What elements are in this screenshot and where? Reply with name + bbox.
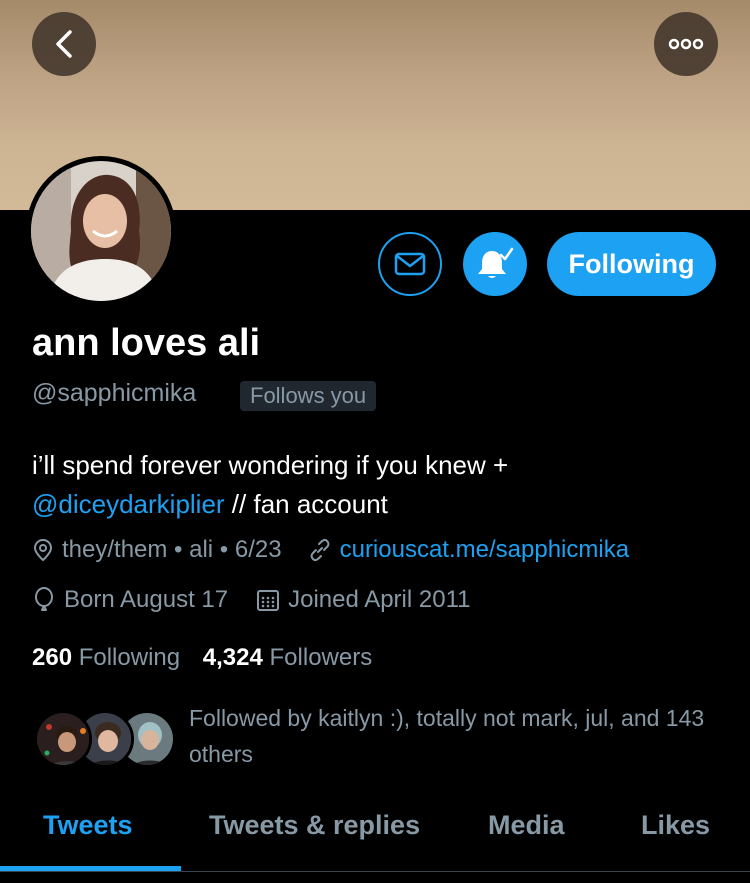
bio-line-1: i’ll spend forever wondering if you knew… (32, 450, 509, 480)
profile-meta-row-1: they/them • ali • 6/23 curiouscat.me/sap… (32, 536, 629, 564)
more-options-button[interactable] (654, 12, 718, 76)
birthday-balloon-icon (35, 587, 53, 611)
following-count: 260 (32, 644, 73, 671)
profile-avatar[interactable] (26, 156, 176, 306)
message-button[interactable] (378, 232, 442, 296)
location-pin-icon (33, 538, 53, 562)
tab-tweets[interactable]: Tweets (43, 810, 133, 841)
tab-tweets-and-replies[interactable]: Tweets & replies (209, 810, 420, 841)
back-button[interactable] (32, 12, 96, 76)
following-label: Following (78, 644, 181, 671)
bio-line-2: // fan account (224, 489, 388, 519)
tabs-divider (0, 871, 750, 872)
more-options-icon (668, 38, 704, 50)
avatar-photo (31, 161, 171, 301)
location-text: they/them • ali • 6/23 (62, 536, 282, 563)
profile-bio: i’ll spend forever wondering if you knew… (32, 446, 508, 524)
bio-mention-link[interactable]: @diceydarkiplier (32, 489, 225, 519)
display-name: ann loves ali (32, 322, 261, 364)
bell-notification-icon (478, 247, 514, 278)
follow-stats: 260 Following 4,324 Followers (32, 644, 372, 672)
notifications-button[interactable] (463, 232, 527, 296)
following-button[interactable]: Following (547, 232, 716, 296)
tab-likes[interactable]: Likes (641, 810, 710, 841)
followed-by-text[interactable]: Followed by kaitlyn :), totally not mark… (189, 700, 729, 772)
website-link[interactable]: curiouscat.me/sapphicmika (340, 536, 629, 564)
tab-media[interactable]: Media (488, 810, 565, 841)
user-handle: @sapphicmika (32, 379, 197, 407)
followers-label: Followers (269, 644, 373, 671)
website-item[interactable]: curiouscat.me/sapphicmika (308, 536, 629, 564)
profile-meta-row-2: Born August 17 Joined April 2011 (32, 586, 470, 614)
follower-avatar-1[interactable] (34, 710, 92, 768)
birthday-item: Born August 17 (32, 586, 228, 614)
followers-count: 4,324 (202, 644, 263, 671)
followers-stat[interactable]: 4,324 Followers (203, 644, 372, 671)
back-arrow-icon (56, 30, 72, 58)
following-stat[interactable]: 260 Following (32, 644, 180, 671)
mail-icon (394, 252, 426, 276)
location-item: they/them • ali • 6/23 (32, 536, 282, 564)
joined-item: Joined April 2011 (256, 586, 470, 614)
calendar-icon (257, 590, 280, 611)
link-icon (310, 538, 330, 562)
birthday-text: Born August 17 (64, 586, 229, 613)
follows-you-badge: Follows you (240, 381, 377, 411)
joined-text: Joined April 2011 (288, 586, 471, 613)
